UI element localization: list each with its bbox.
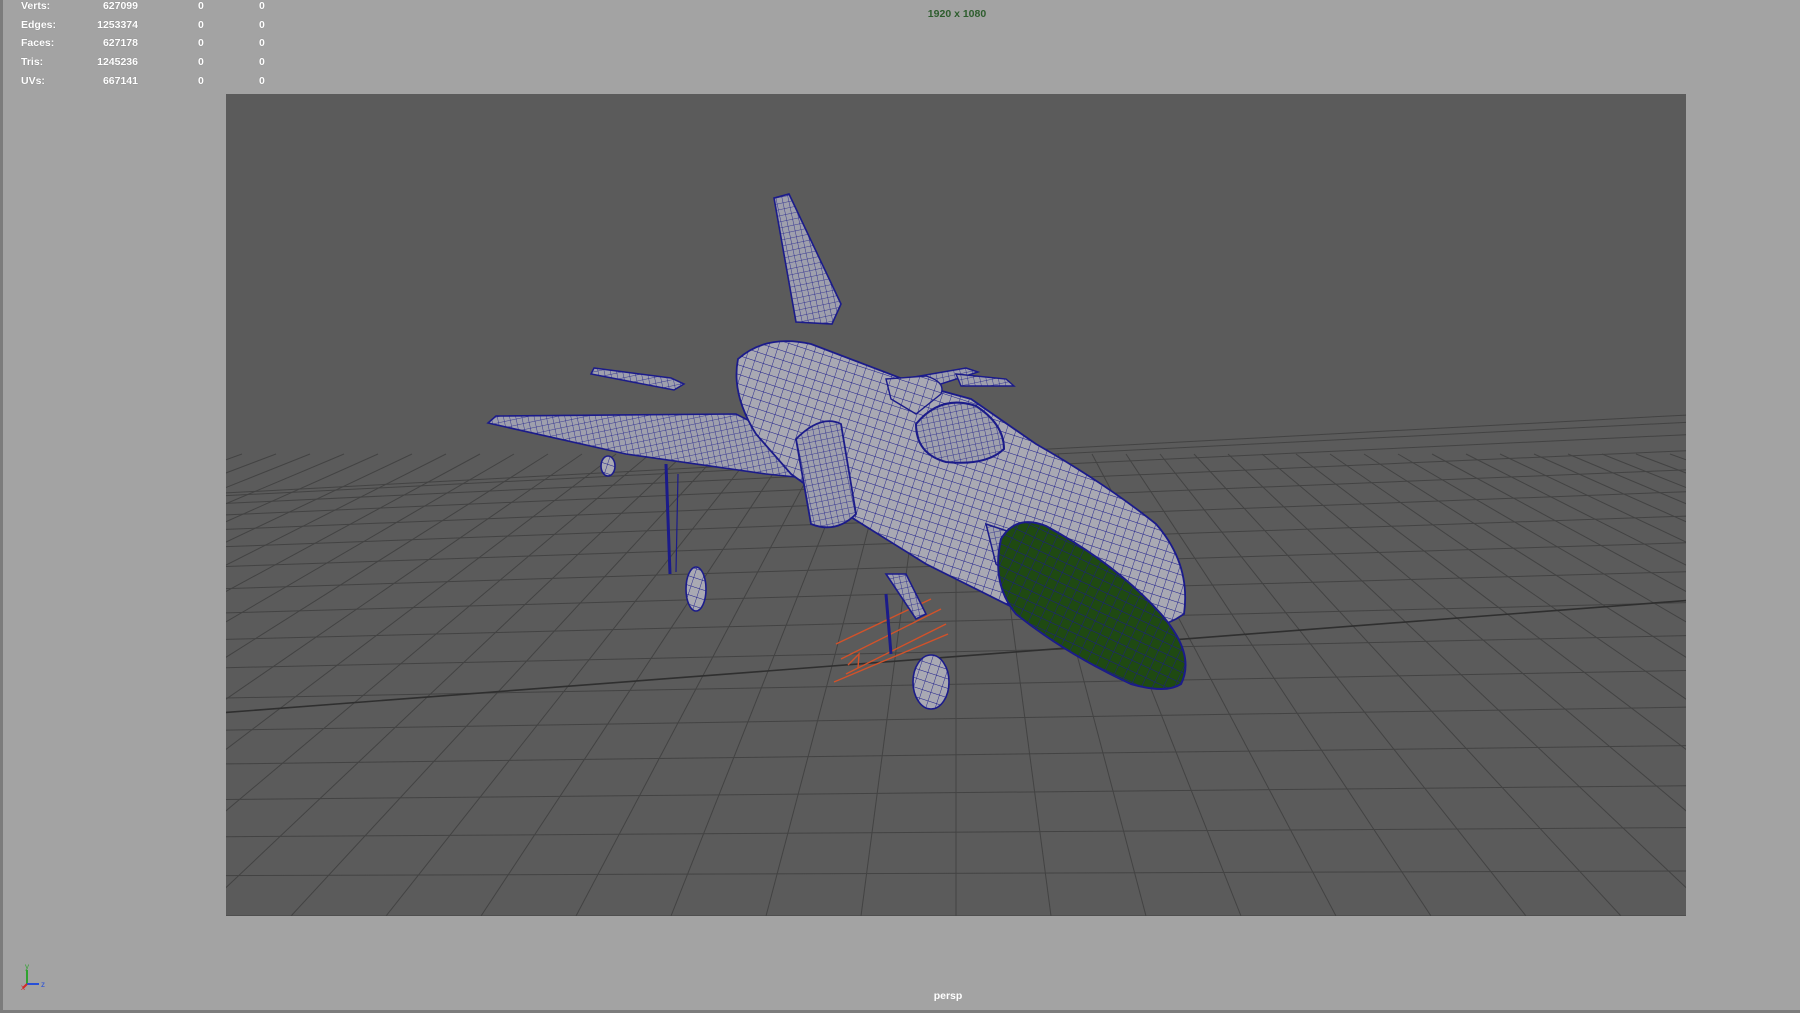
resolution-gate-region[interactable] [226,94,1686,916]
grid-line [1465,453,1686,566]
grid-line [226,453,447,566]
hud-total-value: 1245236 [97,56,138,69]
hud-label: Faces: [21,37,55,50]
left-landing-gear [600,455,707,612]
grid-line [1499,453,1686,543]
axis-y-label: y [25,962,29,971]
camera-name-label: persp [933,990,963,1002]
left-stabilizer [589,367,686,391]
grid-line [1193,453,1622,916]
hud-row-faces: Faces: 627178 0 0 [18,37,265,56]
sensor-pod [954,373,1016,387]
hud-row-uvs: UVs: 667141 0 0 [18,74,265,94]
grid-line [226,453,617,751]
axis-x-label: x [21,983,25,992]
perspective-viewport[interactable]: Verts: 627099 0 0 Edges: 1253374 0 0 Fac… [0,0,1800,1013]
grid-line [226,453,243,461]
hud-label: UVs: [21,74,45,87]
vertical-tail-fin [773,193,842,325]
hud-total-value: 627178 [102,37,138,50]
hud-selected-value: 0 [198,74,204,87]
grid-line [1601,453,1686,489]
cockpit-canopy [914,401,1006,464]
hud-row-edges: Edges: 1253374 0 0 [18,18,265,38]
hud-component-value: 0 [259,56,265,69]
grid-line [1567,453,1686,505]
grid-line [1329,453,1686,700]
axis-z-label: z [41,980,45,989]
hud-row-tris: Tris: 1245236 0 0 [18,56,265,75]
hud-selected-value: 0 [198,18,204,31]
grid-line [226,453,481,592]
hud-total-value: 667141 [102,74,138,87]
grid-line [1227,453,1686,889]
hud-component-value: 0 [259,74,265,87]
resolution-gate-label: 1920 x 1080 [927,8,987,20]
hud-selected-value: 0 [198,37,204,50]
grid-line [226,453,345,505]
hud-total-value: 1253374 [97,18,138,31]
axis-triad-icon: x y z [21,962,53,992]
hud-selected-value: 0 [198,56,204,69]
grid-line [1363,453,1686,658]
grid-line [385,453,753,916]
hud-component-value: 0 [259,37,265,50]
scene-canvas[interactable] [226,94,1686,916]
grid-line [290,453,719,916]
grid-line [226,453,583,700]
hud-label: Tris: [21,56,44,69]
hud-label: Edges: [21,18,57,31]
jet-model[interactable] [486,193,1187,710]
grid-line [480,453,787,916]
grid-line [226,453,311,489]
grid-line [226,453,685,889]
grid-line [1669,453,1686,461]
hud-component-value: 0 [259,18,265,31]
